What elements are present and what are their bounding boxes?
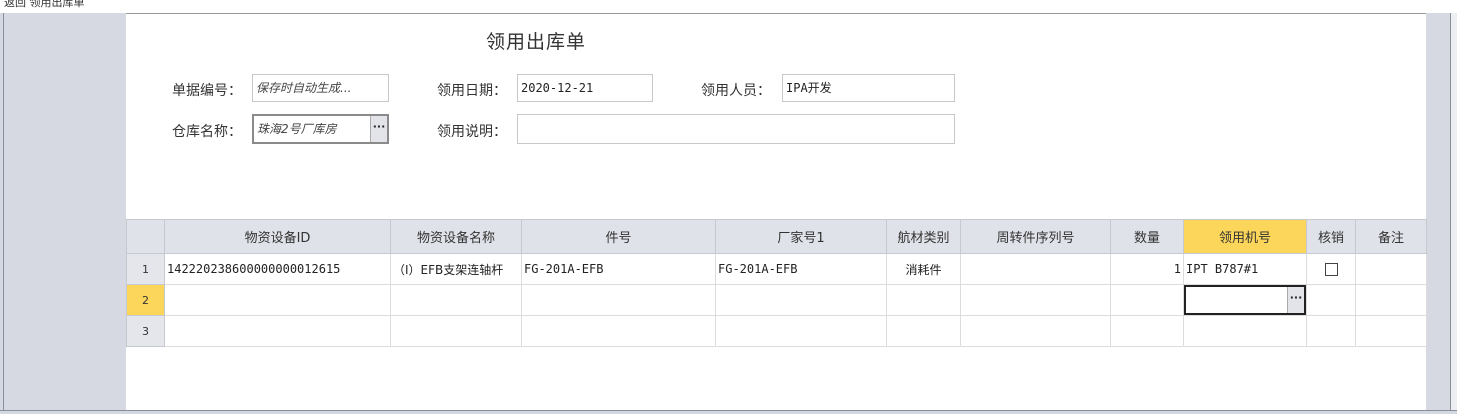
cell-remark[interactable] bbox=[1355, 284, 1427, 316]
col-header-part-no[interactable]: 件号 bbox=[521, 219, 716, 254]
aircraft-cell-editor[interactable]: ··· bbox=[1184, 285, 1306, 315]
cell-mfr-no[interactable]: FG-201A-EFB bbox=[715, 253, 887, 285]
verified-checkbox[interactable] bbox=[1324, 263, 1338, 276]
col-header-verified[interactable]: 核销 bbox=[1306, 219, 1356, 254]
cell-part-no[interactable]: FG-201A-EFB bbox=[521, 253, 716, 285]
col-header-category[interactable]: 航材类别 bbox=[886, 219, 961, 254]
window-title-bar: 返回 领用出库单 bbox=[0, 0, 1457, 14]
cell-qty[interactable] bbox=[1110, 315, 1184, 347]
table-row[interactable]: 1 142220238600000000012615 （I）EFB支架连轴杆 F… bbox=[126, 253, 1427, 285]
vertical-scrollbar[interactable] bbox=[1450, 13, 1457, 413]
note-label: 领用说明： bbox=[437, 124, 507, 140]
cell-remark[interactable] bbox=[1355, 315, 1427, 347]
row-number[interactable]: 3 bbox=[126, 315, 165, 347]
cell-mfr-no[interactable] bbox=[715, 284, 887, 316]
warehouse-value: 珠海2号厂库房 bbox=[257, 122, 337, 136]
cell-remark[interactable] bbox=[1355, 253, 1427, 285]
aircraft-lookup-button[interactable]: ··· bbox=[1287, 287, 1304, 313]
bottom-frame-border bbox=[0, 410, 1457, 414]
cell-id[interactable]: 142220238600000000012615 bbox=[164, 253, 391, 285]
cell-id[interactable] bbox=[164, 284, 391, 316]
cell-aircraft[interactable]: IPT B787#1 bbox=[1183, 253, 1307, 285]
note-field[interactable] bbox=[517, 114, 955, 144]
col-header-mfr-no[interactable]: 厂家号1 bbox=[715, 219, 887, 254]
cell-part-no[interactable] bbox=[521, 284, 716, 316]
cell-category[interactable] bbox=[886, 284, 961, 316]
col-header-aircraft[interactable]: 领用机号 bbox=[1183, 219, 1307, 254]
table-row[interactable]: 3 bbox=[126, 315, 1427, 347]
right-panel bbox=[1426, 13, 1450, 410]
cell-name[interactable]: （I）EFB支架连轴杆 bbox=[390, 253, 522, 285]
table-row[interactable]: 2 ··· bbox=[126, 284, 1427, 316]
doc-no-field[interactable]: 保存时自动生成... bbox=[252, 74, 389, 102]
col-header-qty[interactable]: 数量 bbox=[1110, 219, 1184, 254]
left-panel bbox=[4, 13, 126, 410]
date-label: 领用日期： bbox=[437, 83, 507, 99]
cell-aircraft[interactable] bbox=[1183, 315, 1307, 347]
cell-category[interactable] bbox=[886, 315, 961, 347]
cell-part-no[interactable] bbox=[521, 315, 716, 347]
cell-verified[interactable] bbox=[1306, 315, 1356, 347]
row-number[interactable]: 2 bbox=[126, 284, 165, 316]
cell-category[interactable]: 消耗件 bbox=[886, 253, 961, 285]
cell-qty[interactable]: 1 bbox=[1110, 253, 1184, 285]
warehouse-lookup-button[interactable]: ··· bbox=[370, 116, 387, 142]
person-field[interactable]: IPA开发 bbox=[782, 74, 955, 102]
doc-no-label: 单据编号： bbox=[172, 83, 242, 99]
row-number[interactable]: 1 bbox=[126, 253, 165, 285]
col-header-serial[interactable]: 周转件序列号 bbox=[960, 219, 1111, 254]
person-label: 领用人员： bbox=[701, 83, 771, 99]
cell-id[interactable] bbox=[164, 315, 391, 347]
cell-qty[interactable] bbox=[1110, 284, 1184, 316]
date-field[interactable]: 2020-12-21 bbox=[517, 74, 653, 102]
cell-serial[interactable] bbox=[960, 284, 1111, 316]
cell-verified[interactable] bbox=[1306, 284, 1356, 316]
cell-name[interactable] bbox=[390, 315, 522, 347]
cell-mfr-no[interactable] bbox=[715, 315, 887, 347]
items-grid: 物资设备ID 物资设备名称 件号 厂家号1 航材类别 周转件序列号 数量 领用机… bbox=[126, 219, 1427, 347]
form-title: 领用出库单 bbox=[486, 31, 587, 53]
cell-aircraft[interactable]: ··· bbox=[1183, 284, 1307, 316]
cell-serial[interactable] bbox=[960, 315, 1111, 347]
col-header-remark[interactable]: 备注 bbox=[1355, 219, 1427, 254]
col-header-name[interactable]: 物资设备名称 bbox=[390, 219, 522, 254]
warehouse-field[interactable]: 珠海2号厂库房 ··· bbox=[252, 114, 389, 144]
col-header-id[interactable]: 物资设备ID bbox=[164, 219, 391, 254]
cell-serial[interactable] bbox=[960, 253, 1111, 285]
window-title: 返回 领用出库单 bbox=[4, 0, 85, 9]
cell-name[interactable] bbox=[390, 284, 522, 316]
row-number-header[interactable] bbox=[126, 219, 165, 254]
warehouse-label: 仓库名称： bbox=[172, 124, 242, 140]
cell-verified[interactable] bbox=[1306, 253, 1356, 285]
